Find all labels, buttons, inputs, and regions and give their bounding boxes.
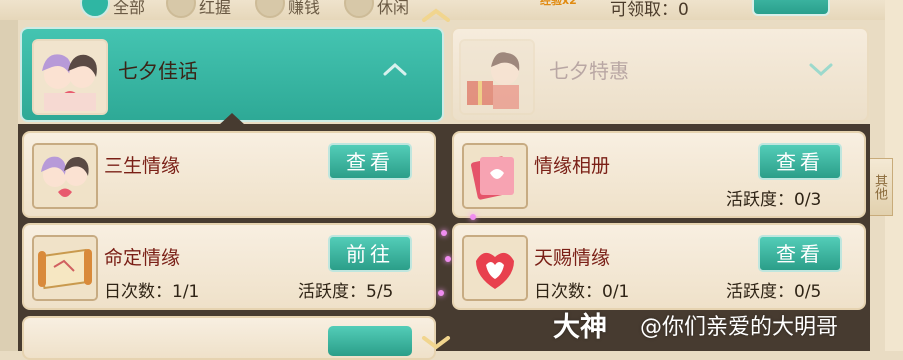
view-button[interactable]: 查看 [758, 235, 842, 272]
card-title: 命定情缘 [104, 247, 181, 269]
filter-label-3: 赚钱 [288, 0, 321, 17]
filter-label-all: 全部 [113, 0, 146, 17]
task-card-partial [22, 316, 436, 360]
partial-button[interactable] [328, 326, 412, 356]
couple-portrait-icon [32, 39, 108, 115]
task-card-heaven: 天赐情缘 查看 日次数：0/1 活跃度：0/5 [452, 223, 866, 310]
task-card-destined: 命定情缘 前往 日次数：1/1 活跃度：5/5 [22, 223, 436, 310]
view-button[interactable]: 查看 [758, 143, 842, 180]
sparkle-effect [441, 230, 447, 236]
tab-label: 七夕佳话 [118, 59, 198, 83]
task-card-album: 情缘相册 查看 活跃度：0/3 [452, 131, 866, 218]
daily-count: 日次数：1/1 [104, 282, 200, 302]
exp-badge: 经验x2 [540, 0, 577, 7]
go-button[interactable]: 前往 [328, 235, 412, 272]
task-card-sansheng: 三生情缘 查看 [22, 131, 436, 218]
activity-count: 活跃度：0/5 [726, 282, 822, 302]
heart-puzzle-icon [462, 235, 528, 301]
view-button[interactable]: 查看 [328, 143, 412, 180]
gift-girl-portrait-icon [459, 39, 535, 115]
filter-bar: 全部 红握 赚钱 休闲 经验x2 可领取：0 [0, 0, 903, 20]
chevron-up-icon [383, 62, 407, 76]
sparkle-effect [470, 214, 476, 220]
activity-count: 活跃度：0/3 [726, 190, 822, 210]
filter-radio-2[interactable] [166, 0, 196, 18]
tab-qixi-sale[interactable]: 七夕特惠 [451, 27, 869, 122]
tab-qixi-story[interactable]: 七夕佳话 [20, 27, 444, 122]
tab-label: 七夕特惠 [549, 59, 629, 83]
filter-radio-4[interactable] [344, 0, 374, 18]
scroll-up-icon[interactable] [421, 8, 451, 22]
left-edge [0, 20, 18, 351]
watermark-text: @你们亲爱的大明哥 [640, 315, 839, 340]
scroll-map-icon [32, 235, 98, 301]
card-title: 情缘相册 [534, 155, 611, 177]
claim-count: 可领取：0 [610, 0, 689, 20]
quick-claim-button[interactable] [752, 0, 830, 16]
filter-radio-3[interactable] [255, 0, 285, 18]
sparkle-effect [445, 256, 451, 262]
scroll-down-icon[interactable] [421, 336, 451, 350]
daily-count: 日次数：0/1 [534, 282, 630, 302]
activity-count: 活跃度：5/5 [298, 282, 394, 302]
filter-radio-all[interactable] [80, 0, 110, 18]
chevron-down-icon [809, 63, 833, 77]
card-title: 三生情缘 [104, 155, 181, 177]
filter-label-2: 红握 [199, 0, 232, 17]
sparkle-effect [438, 290, 444, 296]
filter-label-4: 休闲 [377, 0, 410, 17]
card-title: 天赐情缘 [534, 247, 611, 269]
watermark-logo: 大神 [553, 312, 607, 343]
photo-album-icon [462, 143, 528, 209]
couple-portrait-icon [32, 143, 98, 209]
